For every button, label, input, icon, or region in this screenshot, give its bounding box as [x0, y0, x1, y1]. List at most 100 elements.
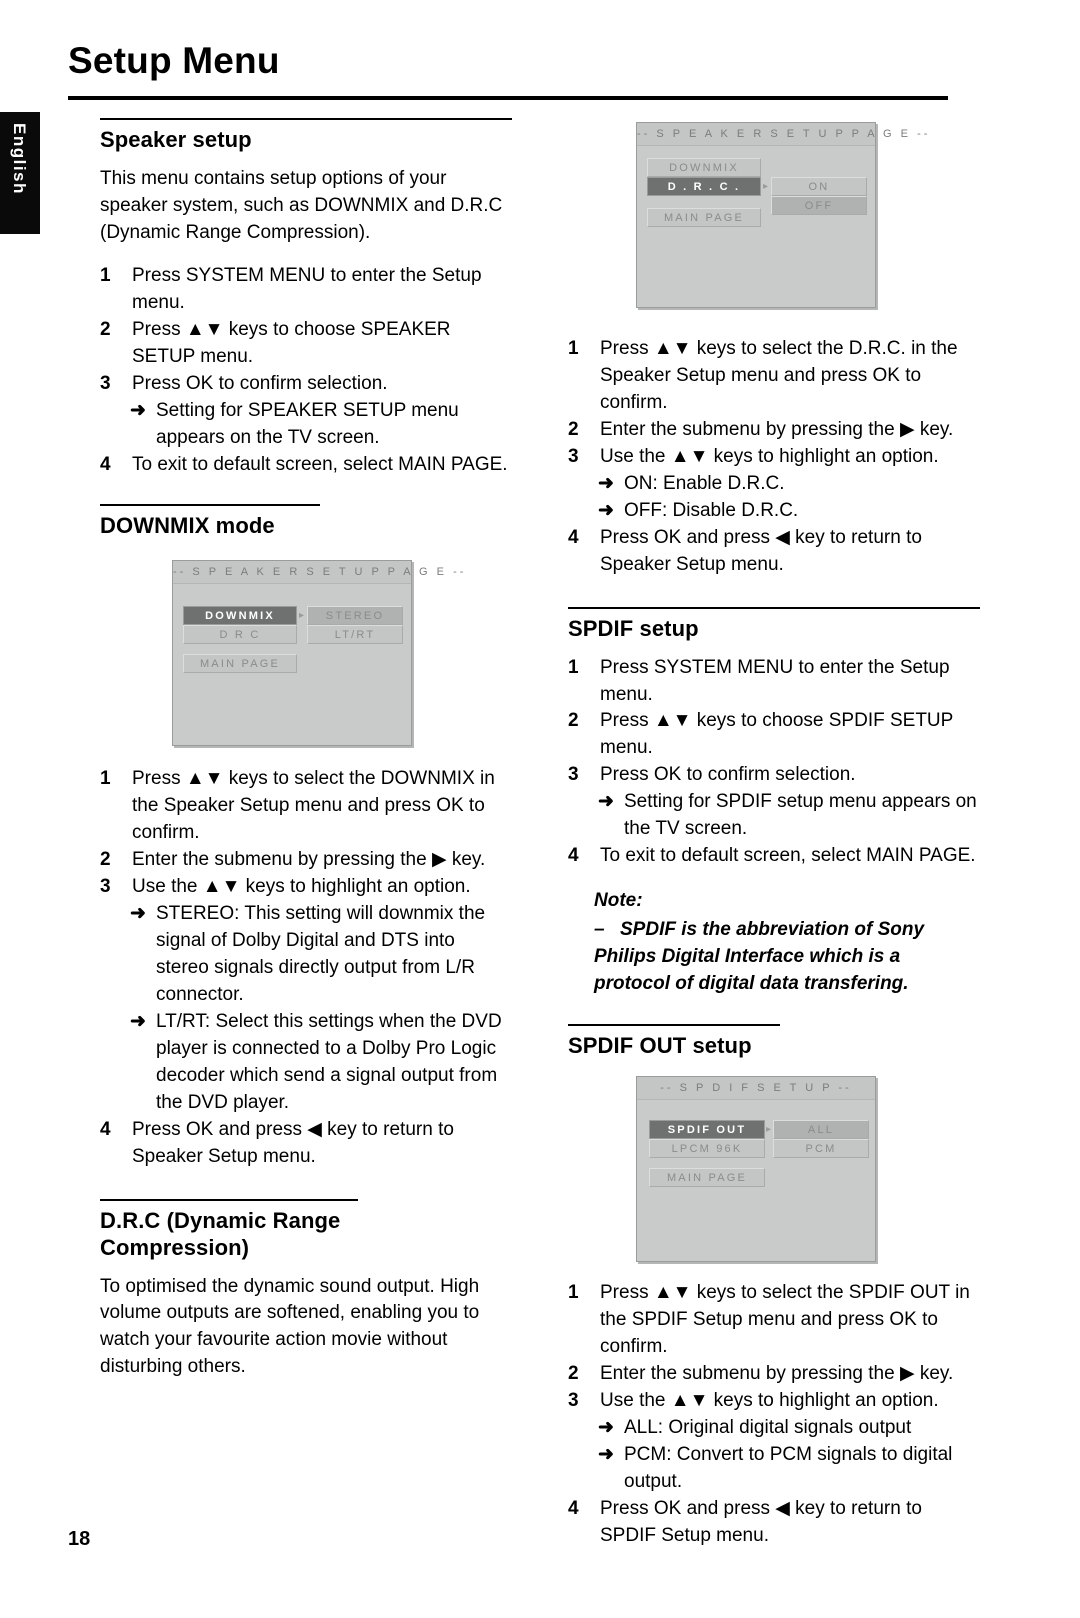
osd-subitem-all[interactable]: ALL: [773, 1120, 869, 1139]
list-item: 1 Press SYSTEM MENU to enter the Setup m…: [568, 655, 980, 709]
step-text: Use the ▲▼ keys to highlight an option.: [132, 876, 471, 898]
arrow-note: ➜ Setting for SPEAKER SETUP menu appears…: [100, 398, 512, 452]
drc-heading-line1: D.R.C (Dynamic Range: [100, 1207, 341, 1233]
downmix-heading: DOWNMIX mode: [100, 513, 275, 539]
list-item: 3 Press OK to confirm selection.: [100, 371, 512, 398]
step-number: 2: [568, 1362, 579, 1384]
step-text: Press OK and press ◀ key to return to SP…: [600, 1497, 922, 1546]
list-item: 4 Press OK and press ◀ key to return to …: [568, 525, 980, 579]
page-number: 18: [68, 1528, 91, 1550]
arrow-note-text: Setting for SPEAKER SETUP menu appears o…: [156, 399, 459, 448]
step-number: 4: [100, 453, 111, 475]
note-text: SPDIF is the abbreviation of Sony Philip…: [594, 919, 925, 995]
page-title: Setup Menu: [68, 40, 280, 81]
list-item: 2 Press ▲▼ keys to choose SPDIF SETUP me…: [568, 708, 980, 762]
list-item: 2 Enter the submenu by pressing the ▶ ke…: [568, 417, 980, 444]
step-text: To exit to default screen, select MAIN P…: [132, 453, 508, 475]
list-item: 4 Press OK and press ◀ key to return to …: [100, 1117, 512, 1171]
osd-item-drc[interactable]: D R C: [183, 625, 297, 645]
arrow-icon: ➜: [130, 1011, 146, 1033]
arrow-note: ➜ STEREO: This setting will downmix the …: [100, 901, 512, 1009]
speaker-setup-steps: 1 Press SYSTEM MENU to enter the Setup m…: [100, 263, 512, 479]
list-item: 1 Press ▲▼ keys to select the D.R.C. in …: [568, 336, 980, 417]
osd-item-drc[interactable]: D . R . C .: [647, 177, 761, 196]
step-text: To exit to default screen, select MAIN P…: [600, 845, 976, 867]
osd-item-main-page[interactable]: MAIN PAGE: [183, 654, 297, 674]
step-number: 2: [568, 710, 579, 732]
note-block: Note: – SPDIF is the abbreviation of Sony…: [594, 888, 980, 998]
step-text: Use the ▲▼ keys to highlight an option.: [600, 1389, 939, 1411]
arrow-note-text: STEREO: This setting will downmix the si…: [156, 903, 486, 1006]
drc-rule: [100, 1198, 358, 1201]
spdif-out-rule: [568, 1024, 780, 1027]
step-number: 2: [568, 418, 579, 440]
list-item: 3 Use the ▲▼ keys to highlight an option…: [568, 444, 980, 471]
list-item: 3 Press OK to confirm selection.: [568, 762, 980, 789]
step-text: Press SYSTEM MENU to enter the Setup men…: [600, 656, 950, 705]
step-text: Press ▲▼ keys to select the SPDIF OUT in…: [600, 1282, 970, 1357]
chevron-right-icon: ▸: [299, 610, 305, 622]
step-text: Press OK to confirm selection.: [600, 764, 856, 786]
spdif-setup-steps: 1 Press SYSTEM MENU to enter the Setup m…: [568, 655, 980, 871]
step-number: 3: [568, 445, 579, 467]
arrow-note: ➜ ON: Enable D.R.C.: [568, 471, 980, 498]
osd-subitem-on[interactable]: ON: [771, 177, 867, 196]
note-dash: –: [594, 919, 605, 941]
step-text: Press ▲▼ keys to choose SPEAKER SETUP me…: [132, 318, 451, 367]
speaker-setup-intro: This menu contains setup options of your…: [100, 167, 503, 243]
step-text: Press ▲▼ keys to select the D.R.C. in th…: [600, 338, 958, 413]
osd-body: DOWNMIX D R C ▸ STEREO LT/RT MAIN PAGE: [173, 584, 411, 745]
list-item: 4 To exit to default screen, select MAIN…: [568, 843, 980, 870]
language-tab: English: [0, 112, 40, 234]
drc-text: To optimised the dynamic sound output. H…: [100, 1275, 480, 1378]
arrow-note: ➜ ALL: Original digital signals output: [568, 1415, 980, 1442]
osd-title: -- S P D I F S E T U P --: [637, 1077, 875, 1100]
spdif-out-heading: SPDIF OUT setup: [568, 1033, 752, 1059]
language-tab-label: English: [10, 123, 29, 195]
step-number: 4: [568, 526, 579, 548]
drc-steps: 1 Press ▲▼ keys to select the D.R.C. in …: [568, 336, 980, 579]
osd-subitem-stereo[interactable]: STEREO: [307, 606, 403, 626]
speaker-setup-heading: Speaker setup: [100, 127, 252, 152]
osd-item-spdif-out[interactable]: SPDIF OUT: [649, 1120, 765, 1139]
arrow-note-text: LT/RT: Select this settings when the DVD…: [156, 1011, 502, 1113]
step-number: 1: [100, 264, 111, 286]
step-text: Press OK to confirm selection.: [132, 372, 388, 394]
step-number: 4: [100, 1118, 111, 1140]
drc-heading-line2: Compression): [100, 1234, 250, 1260]
list-item: 2 Press ▲▼ keys to choose SPEAKER SETUP …: [100, 317, 512, 371]
step-number: 3: [100, 372, 111, 394]
spdif-setup-heading: SPDIF setup: [568, 615, 699, 641]
osd-body: SPDIF OUT LPCM 96K ▸ ALL PCM MAIN PAGE: [637, 1100, 875, 1261]
arrow-note-text: PCM: Convert to PCM signals to digital o…: [624, 1443, 953, 1492]
osd-item-downmix[interactable]: DOWNMIX: [647, 158, 761, 177]
arrow-icon: ➜: [598, 1443, 614, 1465]
osd-item-downmix[interactable]: DOWNMIX: [183, 606, 297, 626]
downmix-steps: 1 Press ▲▼ keys to select the DOWNMIX in…: [100, 766, 512, 1171]
chevron-right-icon: ▸: [766, 1124, 772, 1135]
arrow-note-text: Setting for SPDIF setup menu appears on …: [624, 791, 977, 840]
list-item: 1 Press ▲▼ keys to select the DOWNMIX in…: [100, 766, 512, 847]
osd-screenshot-spdif: -- S P D I F S E T U P -- SPDIF OUT LPCM…: [636, 1076, 876, 1262]
step-number: 3: [568, 1389, 579, 1411]
osd-item-main-page[interactable]: MAIN PAGE: [647, 208, 761, 227]
list-item: 4 Press OK and press ◀ key to return to …: [568, 1496, 980, 1550]
osd-title: -- S P E A K E R S E T U P P A G E --: [637, 123, 927, 146]
list-item: 2 Enter the submenu by pressing the ▶ ke…: [568, 1361, 980, 1388]
step-text: Press OK and press ◀ key to return to Sp…: [132, 1118, 454, 1167]
step-text: Use the ▲▼ keys to highlight an option.: [600, 445, 939, 467]
osd-subitem-ltrt[interactable]: LT/RT: [307, 625, 403, 645]
step-number: 3: [568, 764, 579, 786]
osd-item-lpcm-96k[interactable]: LPCM 96K: [649, 1139, 765, 1158]
arrow-note: ➜ LT/RT: Select this settings when the D…: [100, 1009, 512, 1117]
arrow-note: ➜ Setting for SPDIF setup menu appears o…: [568, 789, 980, 843]
osd-subitem-pcm[interactable]: PCM: [773, 1139, 869, 1158]
osd-screenshot-downmix: -- S P E A K E R S E T U P P A G E -- DO…: [172, 560, 463, 747]
list-item: 1 Press SYSTEM MENU to enter the Setup m…: [100, 263, 512, 317]
osd-subitem-off[interactable]: OFF: [771, 196, 867, 215]
left-column: Speaker setup This menu contains setup o…: [100, 118, 512, 1397]
list-item: 4 To exit to default screen, select MAIN…: [100, 452, 512, 479]
list-item: 3 Use the ▲▼ keys to highlight an option…: [568, 1388, 980, 1415]
osd-item-main-page[interactable]: MAIN PAGE: [649, 1168, 765, 1187]
arrow-icon: ➜: [598, 1416, 614, 1438]
